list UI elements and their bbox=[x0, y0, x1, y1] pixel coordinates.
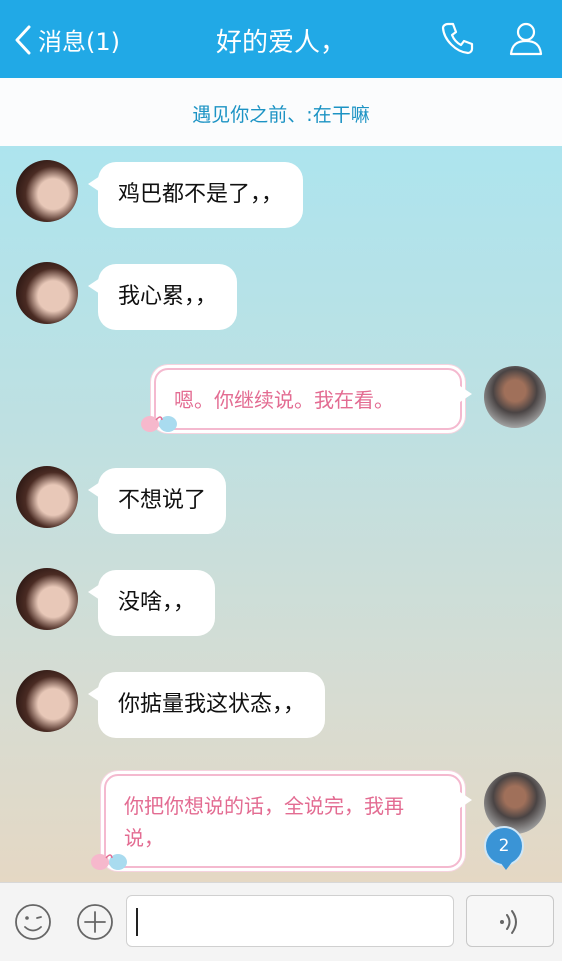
avatar[interactable] bbox=[16, 466, 78, 528]
avatar-self[interactable] bbox=[484, 772, 546, 834]
avatar[interactable] bbox=[16, 262, 78, 324]
input-bar bbox=[0, 882, 562, 961]
page-title: 好的爱人， bbox=[215, 28, 346, 58]
message-bubble[interactable]: 我心累，， bbox=[87, 264, 238, 330]
message-bubble[interactable]: 没啥，， bbox=[87, 570, 216, 636]
voice-icon bbox=[500, 910, 517, 934]
avatar[interactable] bbox=[16, 568, 78, 630]
profile-icon[interactable] bbox=[508, 20, 544, 56]
top-bar: 消息(1) 好的爱人， bbox=[0, 0, 562, 78]
text-caret bbox=[136, 908, 138, 936]
status-text: 遇见你之前、:在干嘛 bbox=[192, 104, 370, 126]
message-bubble[interactable]: 鸡巴都不是了，， bbox=[87, 162, 304, 228]
sent-message-bubble[interactable]: 你把你想说的话，全说完，我再说， bbox=[104, 774, 472, 868]
unread-badge[interactable]: 2 bbox=[484, 826, 524, 870]
status-strip: 遇见你之前、:在干嘛 bbox=[0, 78, 562, 196]
phone-icon[interactable] bbox=[440, 20, 476, 56]
sent-message-bubble[interactable]: 嗯。你继续说。我在看。 bbox=[154, 368, 472, 430]
message-input[interactable] bbox=[126, 895, 454, 947]
avatar[interactable] bbox=[16, 160, 78, 222]
avatar[interactable] bbox=[16, 670, 78, 732]
chat-area[interactable]: 鸡巴都不是了，， 我心累，， 嗯。你继续说。我在看。 不想说了 没啥，， 你掂量… bbox=[0, 146, 562, 882]
message-bubble[interactable]: 不想说了 bbox=[87, 468, 227, 534]
message-bubble[interactable]: 你掂量我这状态，， bbox=[87, 672, 326, 738]
voice-button[interactable] bbox=[466, 895, 554, 947]
avatar-self[interactable] bbox=[484, 366, 546, 428]
plus-icon[interactable] bbox=[76, 903, 114, 941]
teacup-sticker-icon bbox=[91, 854, 127, 870]
emoji-icon[interactable] bbox=[14, 903, 52, 941]
teacup-sticker-icon bbox=[141, 416, 177, 432]
